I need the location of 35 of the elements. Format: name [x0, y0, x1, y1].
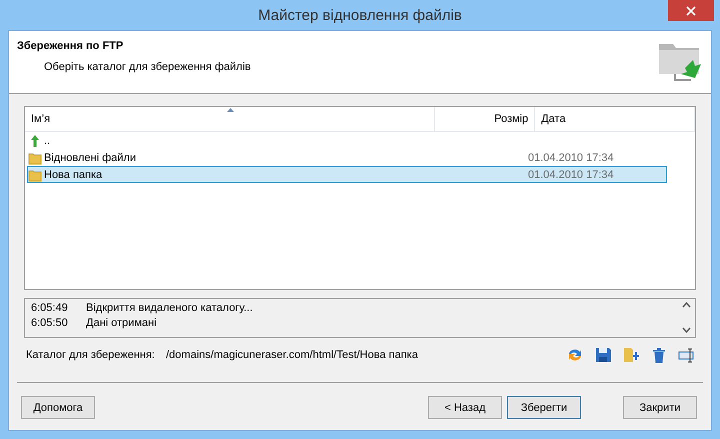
save-icon[interactable] — [594, 346, 612, 364]
path-label: Каталог для збереження: — [26, 349, 156, 361]
file-name: Нова папка — [44, 168, 102, 180]
file-date: 01.04.2010 17:34 — [528, 168, 614, 180]
column-header[interactable]: Ім’я — [31, 113, 50, 125]
file-name: Відновлені файли — [44, 152, 136, 164]
scroll-down-icon[interactable] — [682, 327, 691, 333]
page-title: Збереження по FTP — [17, 40, 124, 52]
scroll-up-icon[interactable] — [682, 302, 691, 308]
path-value: /domains/magicuneraser.com/html/Test/Нова папка — [166, 349, 419, 361]
log-message: Дані отримані — [86, 317, 157, 329]
file-row[interactable]: Нова папка 01.04.2010 17:34 — [27, 166, 667, 183]
up-arrow-icon — [28, 134, 42, 148]
file-date: 01.04.2010 17:34 — [528, 152, 614, 164]
rename-icon[interactable] — [678, 346, 696, 364]
sort-arrow-icon — [227, 108, 234, 112]
column-header[interactable]: Розмір — [494, 113, 528, 125]
save-button[interactable]: Зберегти — [507, 396, 581, 419]
close-dialog-button[interactable]: Закрити — [623, 396, 697, 419]
log-time: 6:05:50 — [31, 317, 69, 329]
delete-icon[interactable] — [650, 346, 668, 364]
file-name: .. — [44, 134, 50, 146]
window-title: Майстер відновлення файлів — [258, 6, 462, 24]
close-icon — [686, 6, 696, 16]
help-button[interactable]: Допомога — [21, 396, 95, 419]
log-time: 6:05:49 — [31, 302, 69, 314]
column-header[interactable]: Дата — [541, 113, 566, 125]
close-button[interactable] — [668, 0, 714, 21]
page-subtitle: Оберіть каталог для збереження файлів — [43, 61, 251, 73]
folder-icon — [28, 168, 42, 182]
new-folder-icon[interactable] — [622, 346, 640, 364]
log-message: Відкриття видаленого каталогу... — [86, 302, 253, 314]
back-button[interactable]: < Назад — [428, 396, 502, 419]
file-row[interactable]: .. — [27, 132, 667, 149]
file-row[interactable]: Відновлені файли 01.04.2010 17:34 — [27, 149, 667, 166]
